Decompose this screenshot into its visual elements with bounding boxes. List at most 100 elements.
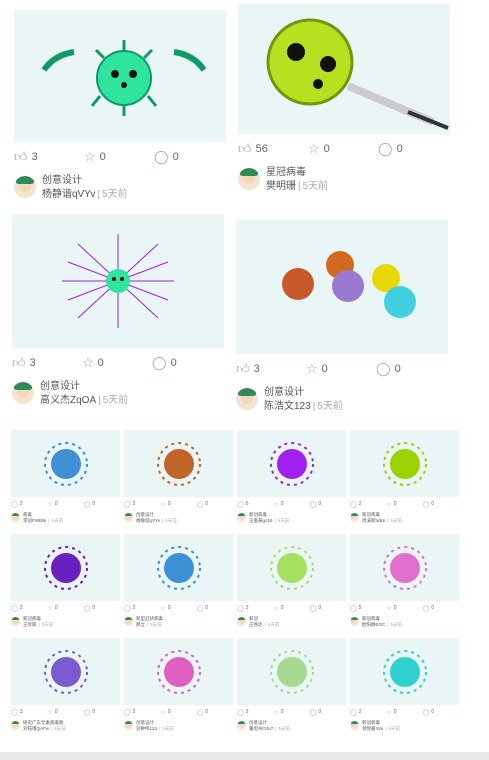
artwork-thumbnail[interactable]	[350, 430, 459, 497]
author-name[interactable]: 董思州OJu7	[249, 726, 273, 731]
favorite-count[interactable]: ☆ 0	[160, 605, 196, 612]
avatar[interactable]	[124, 617, 133, 626]
artwork-card[interactable]: 👍︎ 3 ☆ 0 ◯ 0 创意设计 高义杰ZqOA | 5天前	[12, 214, 224, 408]
comment-count[interactable]: ◯ 0	[423, 605, 459, 612]
author-name[interactable]: 欧阳静EOC	[362, 622, 385, 627]
artwork-thumbnail[interactable]	[11, 638, 120, 705]
avatar[interactable]	[124, 721, 133, 730]
artwork-thumbnail[interactable]	[350, 534, 459, 601]
avatar[interactable]	[236, 388, 258, 410]
artwork-thumbnail[interactable]	[236, 220, 448, 354]
artwork-card[interactable]: 👍︎ 56 ☆ 0 ◯ 0 星冠病毒 樊明珊 | 5天前	[238, 4, 450, 194]
artwork-thumbnail[interactable]	[124, 430, 233, 497]
like-count[interactable]: ◯ 2	[124, 605, 160, 612]
like-count[interactable]: 👍︎ 3	[236, 361, 306, 377]
artwork-card[interactable]: ◯ 3 ☆ 0 ◯ 0 研究广东元素病毒图 刘钰瑾QAFw | 5天前	[11, 638, 120, 732]
artwork-card[interactable]: ◯ 2 ☆ 0 ◯ 0 创意设计 杨静谐qVYv | 5天前	[124, 430, 233, 524]
favorite-count[interactable]: ☆ 0	[386, 605, 422, 612]
author-name[interactable]: 杨静谐qVYv	[136, 518, 160, 523]
favorite-count[interactable]: ☆ 0	[84, 149, 154, 165]
avatar[interactable]	[12, 382, 34, 404]
favorite-count[interactable]: ☆ 0	[160, 709, 196, 716]
author-name[interactable]: 领悦嘉4Vu	[362, 726, 383, 731]
artwork-card[interactable]: ◯ 2 ☆ 0 ◯ 0 新冠病毒 周溪斯bdkn | 5天前	[350, 430, 459, 524]
avatar[interactable]	[11, 617, 20, 626]
artwork-thumbnail[interactable]	[238, 4, 450, 134]
like-count[interactable]: ◯ 2	[237, 605, 273, 612]
favorite-count[interactable]: ☆ 0	[273, 709, 309, 716]
avatar[interactable]	[11, 721, 20, 730]
author-name[interactable]: 王俊豪go16	[249, 518, 273, 523]
favorite-count[interactable]: ☆ 0	[160, 501, 196, 508]
author-name[interactable]: 王燕达	[249, 622, 263, 627]
artwork-card[interactable]: 👍︎ 3 ☆ 0 ◯ 0 创意设计 陈浩文123 | 5天前	[236, 220, 448, 414]
favorite-count[interactable]: ☆ 0	[306, 361, 376, 377]
favorite-count[interactable]: ☆ 0	[308, 141, 378, 157]
favorite-count[interactable]: ☆ 0	[82, 355, 152, 371]
like-count[interactable]: 👍︎ 3	[12, 355, 82, 371]
like-count[interactable]: ◯ 3	[11, 709, 47, 716]
comment-count[interactable]: ◯ 0	[152, 355, 222, 371]
artwork-card[interactable]: ◯ 2 ☆ 0 ◯ 0 创意设计 董思州OJu7 | 5天前	[237, 638, 346, 732]
author-name[interactable]: 陈浩文123	[264, 401, 311, 412]
artwork-card[interactable]: ◯ 2 ☆ 0 ◯ 0 创意设计 刘钟伟123 | 5天前	[124, 638, 233, 732]
horizontal-scrollbar[interactable]	[0, 752, 489, 760]
avatar[interactable]	[237, 721, 246, 730]
artwork-card[interactable]: ◯ 5 ☆ 0 ◯ 0 新冠病毒 欧阳静EOC | 5天前	[350, 534, 459, 628]
avatar[interactable]	[237, 617, 246, 626]
comment-count[interactable]: ◯ 0	[154, 149, 224, 165]
like-count[interactable]: ◯ 5	[350, 605, 386, 612]
artwork-thumbnail[interactable]	[14, 10, 226, 142]
author-name[interactable]: 樊明珊	[266, 181, 296, 192]
comment-count[interactable]: ◯ 0	[310, 501, 346, 508]
artwork-card[interactable]: 👍︎ 3 ☆ 0 ◯ 0 创意设计 杨静谐qVYv | 5天前	[14, 10, 226, 202]
avatar[interactable]	[350, 617, 359, 626]
artwork-thumbnail[interactable]	[124, 534, 233, 601]
author-name[interactable]: 李冠FWbbk	[23, 518, 46, 523]
comment-count[interactable]: ◯ 0	[310, 605, 346, 612]
author-name[interactable]: 高义杰ZqOA	[40, 395, 96, 406]
avatar[interactable]	[14, 176, 36, 198]
artwork-card[interactable]: ◯ 2 ☆ 0 ◯ 0 新冠病毒 领悦嘉4Vu | 5天前	[350, 638, 459, 732]
like-count[interactable]: 👍︎ 56	[238, 141, 308, 157]
like-count[interactable]: ◯ 6	[237, 501, 273, 508]
favorite-count[interactable]: ☆ 0	[47, 709, 83, 716]
comment-count[interactable]: ◯ 0	[423, 501, 459, 508]
like-count[interactable]: ◯ 2	[11, 501, 47, 508]
artwork-thumbnail[interactable]	[124, 638, 233, 705]
author-name[interactable]: 周溪斯bdkn	[362, 518, 385, 523]
author-name[interactable]: 郝立	[136, 622, 145, 627]
favorite-count[interactable]: ☆ 0	[273, 605, 309, 612]
artwork-card[interactable]: ◯ 2 ☆ 0 ◯ 0 新冠病毒 王欣瑜 | 5天前	[11, 534, 120, 628]
artwork-thumbnail[interactable]	[237, 430, 346, 497]
avatar[interactable]	[350, 721, 359, 730]
like-count[interactable]: ◯ 2	[124, 501, 160, 508]
artwork-thumbnail[interactable]	[11, 430, 120, 497]
author-name[interactable]: 刘钰瑾QAFw	[23, 726, 49, 731]
favorite-count[interactable]: ☆ 0	[47, 501, 83, 508]
comment-count[interactable]: ◯ 0	[84, 605, 120, 612]
comment-count[interactable]: ◯ 0	[84, 501, 120, 508]
avatar[interactable]	[350, 513, 359, 522]
like-count[interactable]: ◯ 2	[350, 709, 386, 716]
avatar[interactable]	[11, 513, 20, 522]
artwork-card[interactable]: ◯ 2 ☆ 0 ◯ 0 新冠 王燕达 | 5天前	[237, 534, 346, 628]
artwork-thumbnail[interactable]	[12, 214, 224, 348]
artwork-thumbnail[interactable]	[237, 638, 346, 705]
favorite-count[interactable]: ☆ 0	[386, 501, 422, 508]
artwork-title[interactable]: 星冠病毒	[266, 166, 328, 180]
comment-count[interactable]: ◯ 0	[310, 709, 346, 716]
author-name[interactable]: 杨静谐qVYv	[42, 189, 95, 200]
avatar[interactable]	[238, 168, 260, 190]
artwork-card[interactable]: ◯ 2 ☆ 0 ◯ 0 新型冠状病毒 郝立 | 5天前	[124, 534, 233, 628]
like-count[interactable]: ◯ 2	[11, 605, 47, 612]
artwork-thumbnail[interactable]	[350, 638, 459, 705]
comment-count[interactable]: ◯ 0	[197, 501, 233, 508]
author-name[interactable]: 刘钟伟123	[136, 726, 157, 731]
like-count[interactable]: ◯ 2	[237, 709, 273, 716]
like-count[interactable]: ◯ 2	[350, 501, 386, 508]
comment-count[interactable]: ◯ 0	[197, 709, 233, 716]
like-count[interactable]: 👍︎ 3	[14, 149, 84, 165]
favorite-count[interactable]: ☆ 0	[386, 709, 422, 716]
avatar[interactable]	[124, 513, 133, 522]
